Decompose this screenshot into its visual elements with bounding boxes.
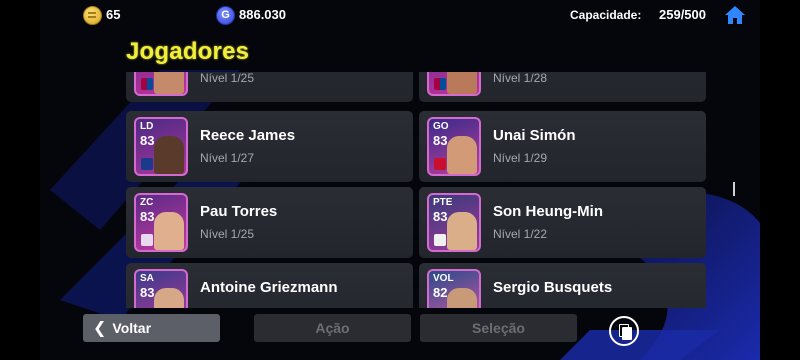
player-level: Nível 1/27 bbox=[200, 151, 255, 165]
gp-icon: G bbox=[216, 6, 235, 25]
club-crest-icon bbox=[141, 158, 153, 170]
player-level: Nível 1/25 bbox=[200, 227, 255, 241]
player-position: GO bbox=[433, 121, 449, 132]
chevron-left-icon: ❮ bbox=[93, 320, 107, 337]
back-button[interactable]: ❮ Voltar bbox=[83, 314, 220, 342]
player-face bbox=[447, 212, 477, 250]
club-crest-icon bbox=[434, 78, 446, 90]
player-face bbox=[154, 136, 184, 174]
selection-button[interactable]: Seleção bbox=[420, 314, 577, 342]
coin-balance: 65 bbox=[106, 7, 121, 22]
player-card[interactable]: GO 83 Unai Simón Nível 1/29 bbox=[419, 111, 706, 182]
player-face bbox=[447, 288, 477, 308]
player-level: Nível 1/28 bbox=[493, 72, 548, 85]
player-name: Reece James bbox=[200, 127, 296, 144]
coin-icon bbox=[83, 6, 102, 25]
gp-balance: 886.030 bbox=[239, 7, 286, 22]
player-face bbox=[447, 136, 477, 174]
player-card[interactable]: Nível 1/25 bbox=[126, 72, 413, 102]
player-card[interactable]: PTE 83 Son Heung-Min Nível 1/22 bbox=[419, 187, 706, 258]
player-card-image: GO 83 bbox=[427, 117, 481, 176]
right-letterbox bbox=[760, 0, 800, 360]
back-button-label: Voltar bbox=[112, 320, 152, 336]
player-card[interactable]: SA 83 Antoine Griezmann bbox=[126, 263, 413, 308]
selection-button-label: Seleção bbox=[472, 320, 525, 336]
player-card[interactable]: Nível 1/28 bbox=[419, 72, 706, 102]
action-button-label: Ação bbox=[315, 320, 350, 336]
player-face bbox=[154, 72, 184, 94]
player-face bbox=[447, 72, 477, 94]
player-card-image: SA 83 bbox=[134, 269, 188, 308]
player-name: Antoine Griezmann bbox=[200, 279, 338, 296]
player-card[interactable]: VOL 82 Sergio Busquets bbox=[419, 263, 706, 308]
home-icon[interactable] bbox=[724, 4, 746, 26]
page-title: Jogadores bbox=[126, 38, 250, 65]
action-button[interactable]: Ação bbox=[254, 314, 411, 342]
player-rating: 83 bbox=[140, 285, 155, 300]
club-crest-icon bbox=[434, 158, 446, 170]
scrollbar[interactable] bbox=[733, 182, 735, 196]
player-card[interactable]: ZC 83 Pau Torres Nível 1/25 bbox=[126, 187, 413, 258]
player-position: ZC bbox=[140, 197, 154, 208]
player-level: Nível 1/29 bbox=[493, 151, 548, 165]
player-card-image: ZC 83 bbox=[134, 193, 188, 252]
player-card[interactable]: LD 83 Reece James Nível 1/27 bbox=[126, 111, 413, 182]
player-name: Unai Simón bbox=[493, 127, 576, 144]
player-position: LD bbox=[140, 121, 154, 132]
player-name: Sergio Busquets bbox=[493, 279, 613, 296]
player-position: SA bbox=[140, 273, 154, 284]
player-position: VOL bbox=[433, 273, 454, 284]
capacity-label: Capacidade: bbox=[570, 8, 642, 22]
player-name: Son Heung-Min bbox=[493, 203, 603, 220]
player-card-image: PTE 83 bbox=[427, 193, 481, 252]
player-level: Nível 1/25 bbox=[200, 72, 255, 85]
club-crest-icon bbox=[141, 78, 153, 90]
player-card-image bbox=[134, 72, 188, 96]
cards-icon-front bbox=[622, 327, 632, 340]
player-level: Nível 1/22 bbox=[493, 227, 548, 241]
player-card-image bbox=[427, 72, 481, 96]
card-view-button[interactable] bbox=[609, 316, 639, 346]
player-position: PTE bbox=[433, 197, 453, 208]
player-rating: 83 bbox=[140, 209, 155, 224]
capacity-value: 259/500 bbox=[659, 7, 706, 22]
player-rating: 82 bbox=[433, 285, 448, 300]
player-name: Pau Torres bbox=[200, 203, 278, 220]
player-rating: 83 bbox=[140, 133, 155, 148]
player-list[interactable]: Nível 1/25 Nível 1/28 LD 83 Reece James … bbox=[126, 72, 706, 308]
club-crest-icon bbox=[141, 234, 153, 246]
player-card-image: VOL 82 bbox=[427, 269, 481, 308]
player-rating: 83 bbox=[433, 209, 448, 224]
player-card-image: LD 83 bbox=[134, 117, 188, 176]
top-bar: 65 G 886.030 Capacidade: 259/500 bbox=[40, 0, 760, 30]
left-letterbox bbox=[0, 0, 40, 360]
player-rating: 83 bbox=[433, 133, 448, 148]
player-face bbox=[154, 212, 184, 250]
player-face bbox=[154, 288, 184, 308]
club-crest-icon bbox=[434, 234, 446, 246]
